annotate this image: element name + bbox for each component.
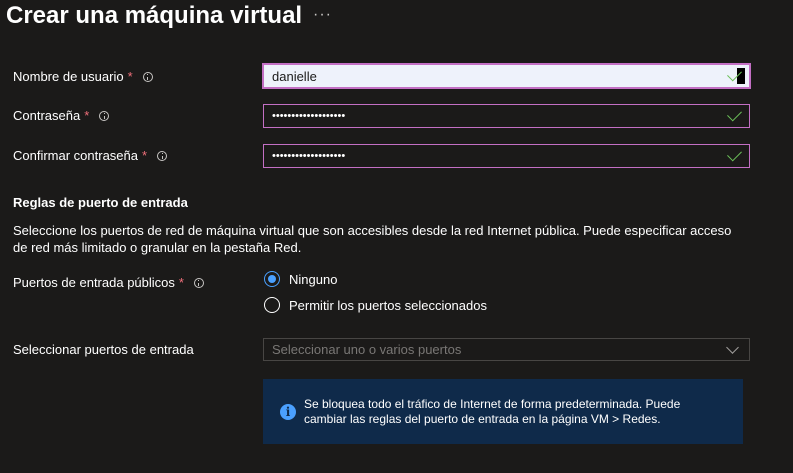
radio-label: Ninguno [289,271,338,287]
info-icon[interactable] [99,110,110,121]
more-options-ellipsis-icon[interactable]: ··· [313,6,332,24]
info-icon[interactable] [193,277,204,288]
select-ports-dropdown[interactable]: Seleccionar uno o varios puertos [263,338,750,361]
username-value: danielle [272,68,317,84]
radio-button-selected[interactable] [264,271,280,287]
required-asterisk: * [127,69,133,84]
public-ports-label: Puertos de entrada públicos [13,275,175,290]
checkmark-icon [727,106,742,122]
info-icon[interactable] [142,71,153,82]
info-banner: i Se bloquea todo el tráfico de Internet… [263,379,743,444]
password-input[interactable]: ••••••••••••••••••• [263,104,750,128]
select-ports-placeholder: Seleccionar uno o varios puertos [272,342,462,357]
select-ports-label-row: Seleccionar puertos de entrada [13,342,194,357]
required-asterisk: * [178,275,184,290]
username-label: Nombre de usuario [13,69,124,84]
section-heading: Reglas de puerto de entrada [13,195,188,210]
username-input[interactable]: danielle [262,63,751,89]
chevron-down-icon [726,340,739,354]
select-ports-label: Seleccionar puertos de entrada [13,342,194,357]
info-filled-icon: i [280,403,296,420]
radio-label: Permitir los puertos seleccionados [289,297,487,313]
required-asterisk: * [84,108,90,123]
confirm-password-label: Confirmar contraseña [13,148,138,163]
public-ports-label-row: Puertos de entrada públicos * [13,275,204,290]
radio-button[interactable] [264,297,280,313]
confirm-password-input[interactable]: ••••••••••••••••••• [263,144,750,168]
confirm-password-label-row: Confirmar contraseña * [13,148,168,163]
password-value: ••••••••••••••••••• [272,110,346,122]
radio-option-none[interactable]: Ninguno [264,271,337,287]
create-vm-page: Crear una máquina virtual ··· Nombre de … [0,0,793,473]
page-title: Crear una máquina virtual [6,2,303,29]
required-asterisk: * [142,148,148,163]
radio-option-allow-selected[interactable]: Permitir los puertos seleccionados [264,297,487,313]
password-label: Contraseña [13,108,81,123]
info-banner-text: Se bloquea todo el tráfico de Internet d… [304,396,681,426]
confirm-password-value: ••••••••••••••••••• [272,150,346,162]
password-label-row: Contraseña * [13,108,110,123]
username-label-row: Nombre de usuario * [13,69,153,84]
section-description: Seleccione los puertos de red de máquina… [13,223,732,255]
checkmark-icon [727,146,742,162]
info-icon[interactable] [157,150,168,161]
